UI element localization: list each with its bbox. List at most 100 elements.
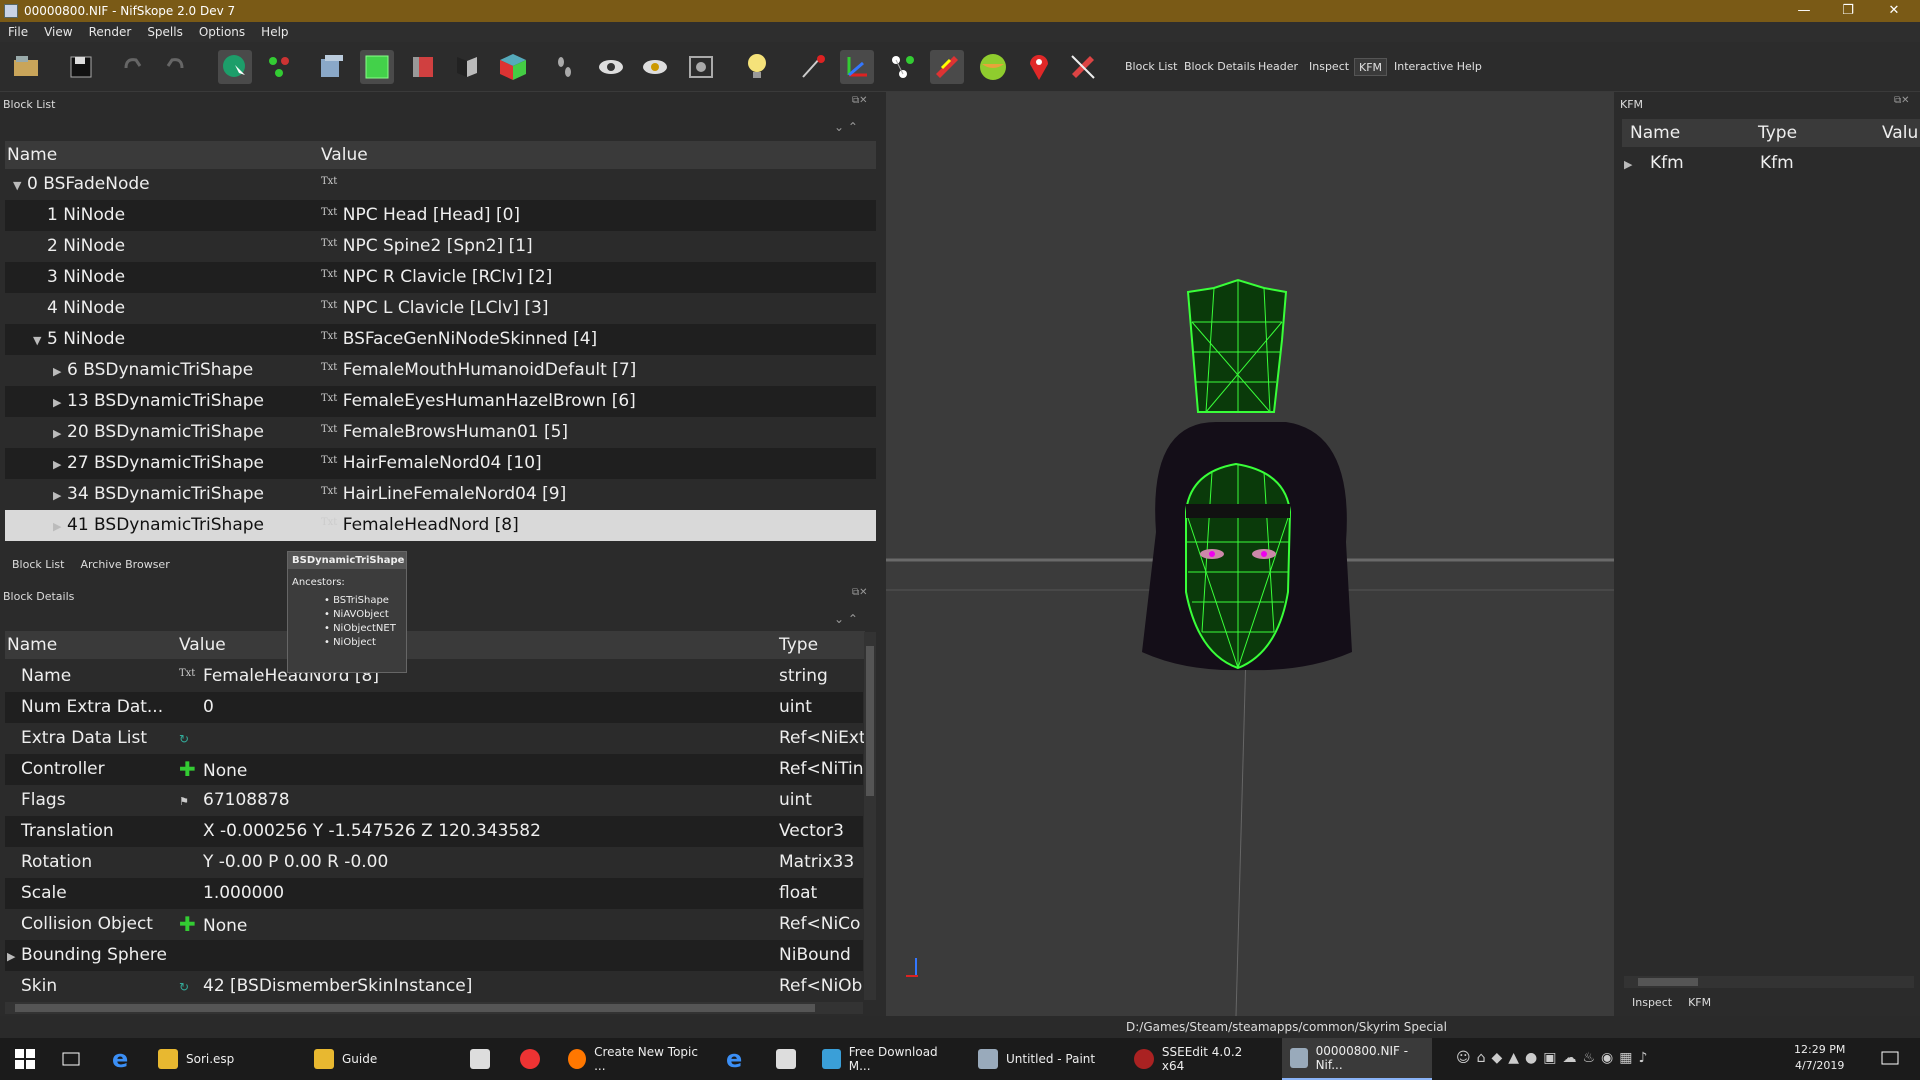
minimize-button[interactable]: — xyxy=(1782,0,1826,22)
field-value[interactable]: 42 [BSDismemberSkinInstance] xyxy=(203,976,472,996)
start-button[interactable] xyxy=(6,1038,44,1080)
toggle-kfm-button[interactable]: KFM xyxy=(1354,58,1388,76)
column-name[interactable]: Name xyxy=(7,141,57,169)
menu-file[interactable]: File xyxy=(0,25,36,39)
block-details-row[interactable]: Collision Object ✚ None Ref<NiCo xyxy=(5,909,863,940)
block-list-row[interactable]: ▶ 27 BSDynamicTriShape Txt HairFemaleNord0… xyxy=(5,448,876,479)
block-list-row[interactable]: ▼ 0 BSFadeNode Txt xyxy=(5,169,876,200)
column-value[interactable]: Valu xyxy=(1882,119,1918,147)
toggle-header-button[interactable]: Header xyxy=(1254,58,1302,76)
toggle-block-list-button[interactable]: Block List xyxy=(1121,58,1181,76)
toggle-interactive-help-button[interactable]: Interactive Help xyxy=(1390,58,1486,76)
expand-arrow-icon[interactable]: ▶ xyxy=(53,387,67,418)
collapse-expand-icon[interactable]: ⌄ ⌃ xyxy=(834,120,858,134)
vertex-colors-icon[interactable] xyxy=(1022,50,1056,84)
column-name[interactable]: Name xyxy=(7,631,57,659)
block-details-row[interactable]: Flags ⚑ 67108878 uint xyxy=(5,785,863,816)
field-value[interactable]: X -0.000256 Y -1.547526 Z 120.343582 xyxy=(203,821,541,841)
field-value[interactable]: Y -0.00 P 0.00 R -0.00 xyxy=(203,852,388,872)
taskbar-item-guide[interactable]: Guide xyxy=(306,1038,456,1080)
block-details-row[interactable]: Extra Data List ↻ Ref<NiExt xyxy=(5,723,866,754)
textures-icon[interactable] xyxy=(976,50,1010,84)
taskbar-item-nifskope[interactable]: 00000800.NIF - Nif... xyxy=(1282,1038,1432,1080)
panel-float-close-icon[interactable]: ⧉✕ xyxy=(852,587,868,598)
tab-block-list[interactable]: Block List xyxy=(4,554,73,575)
show-nodes-icon[interactable] xyxy=(840,50,874,84)
block-list-row[interactable]: 4 NiNode Txt NPC L Clavicle [LClv] [3] xyxy=(5,293,876,324)
expand-arrow-icon[interactable]: ▶ xyxy=(53,418,67,449)
panel-float-close-icon[interactable]: ⧉✕ xyxy=(852,95,868,106)
toggle-inspect-button[interactable]: Inspect xyxy=(1305,58,1353,76)
expand-arrow-icon[interactable]: ▶ xyxy=(53,480,67,511)
show-constraints-icon[interactable] xyxy=(886,50,920,84)
block-details-row[interactable]: Num Extra Dat... 0 uint xyxy=(5,692,863,723)
field-value[interactable]: None xyxy=(203,916,247,936)
menu-render[interactable]: Render xyxy=(81,25,140,39)
field-value[interactable]: 0 xyxy=(203,697,214,717)
tab-inspect[interactable]: Inspect xyxy=(1624,992,1681,1013)
menu-spells[interactable]: Spells xyxy=(139,25,191,39)
block-list-row[interactable]: ▶ 20 BSDynamicTriShape Txt FemaleBrowsHuma… xyxy=(5,417,876,448)
mail-icon[interactable] xyxy=(768,1038,812,1080)
taskbar-item-download-manager[interactable]: Free Download M... xyxy=(814,1038,964,1080)
system-tray-icons[interactable]: ☺⌂◆▲●▣☁♨◉▦♪ xyxy=(1456,1050,1653,1066)
render-viewport[interactable] xyxy=(886,92,1614,1017)
panel-float-close-icon[interactable]: ⧉✕ xyxy=(1894,95,1910,106)
ie-icon[interactable]: e xyxy=(718,1038,750,1080)
block-list-row[interactable]: ▶ 13 BSDynamicTriShape Txt FemaleEyesHuman… xyxy=(5,386,876,417)
undo-icon[interactable] xyxy=(116,50,150,84)
show-hidden-icon[interactable] xyxy=(594,50,628,84)
tab-kfm[interactable]: KFM xyxy=(1680,992,1719,1013)
kfm-horizontal-scrollbar[interactable] xyxy=(1624,976,1914,988)
column-value[interactable]: Value xyxy=(179,631,226,659)
column-name[interactable]: Name xyxy=(1630,119,1680,147)
block-list-row[interactable]: 3 NiNode Txt NPC R Clavicle [RClv] [2] xyxy=(5,262,876,293)
block-list-row[interactable]: ▶ 41 BSDynamicTriShape Txt FemaleHeadNord … xyxy=(5,510,876,541)
block-list-row[interactable]: ▶ 34 BSDynamicTriShape Txt HairLineFemaleN… xyxy=(5,479,876,510)
field-value[interactable]: 1.000000 xyxy=(203,883,284,903)
view-side-icon[interactable] xyxy=(406,50,440,84)
menu-help[interactable]: Help xyxy=(253,25,296,39)
view-perspective-icon[interactable] xyxy=(496,50,530,84)
save-icon[interactable] xyxy=(64,50,98,84)
expand-arrow-icon[interactable]: ▶ xyxy=(1624,149,1638,180)
taskbar-item-sori-esp[interactable]: Sori.esp xyxy=(150,1038,300,1080)
screenshot-icon[interactable] xyxy=(684,50,718,84)
block-details-row[interactable]: Translation X -0.000256 Y -1.547526 Z 120… xyxy=(5,816,863,847)
store-icon[interactable] xyxy=(462,1038,506,1080)
redo-icon[interactable] xyxy=(158,50,192,84)
view-front-icon[interactable] xyxy=(360,50,394,84)
lighting-icon[interactable] xyxy=(740,50,774,84)
edge-icon[interactable]: e xyxy=(104,1038,136,1080)
view-top-icon[interactable] xyxy=(314,50,348,84)
block-list-row[interactable]: 2 NiNode Txt NPC Spine2 [Spn2] [1] xyxy=(5,231,876,262)
specular-icon[interactable] xyxy=(1066,50,1100,84)
taskbar-item-paint[interactable]: Untitled - Paint xyxy=(970,1038,1120,1080)
clock[interactable]: 12:29 PM 4/7/2019 xyxy=(1794,1042,1845,1074)
block-details-row[interactable]: Name Txt FemaleHeadNord [8] string xyxy=(5,661,863,692)
expand-arrow-icon[interactable]: ▼ xyxy=(13,170,27,201)
close-button[interactable]: ✕ xyxy=(1872,0,1916,22)
select-object-icon[interactable] xyxy=(218,50,252,84)
task-view-icon[interactable] xyxy=(52,1038,90,1080)
block-list-row[interactable]: 1 NiNode Txt NPC Head [Head] [0] xyxy=(5,200,876,231)
collapse-expand-icon[interactable]: ⌄ ⌃ xyxy=(834,612,858,626)
block-details-row[interactable]: Scale 1.000000 float xyxy=(5,878,863,909)
block-list-row[interactable]: ▼ 5 NiNode Txt BSFaceGenNiNodeSkinned [4] xyxy=(5,324,876,355)
toggle-block-details-button[interactable]: Block Details xyxy=(1180,58,1259,76)
menu-options[interactable]: Options xyxy=(191,25,253,39)
block-details-row[interactable]: Controller ✚ None Ref<NiTin xyxy=(5,754,864,785)
notifications-icon[interactable] xyxy=(1880,1049,1900,1072)
block-details-row[interactable]: Skin ↻ 42 [BSDismemberSkinInstance] Ref<NiO… xyxy=(5,971,863,1002)
expand-arrow-icon[interactable]: ▶ xyxy=(53,511,67,542)
menu-view[interactable]: View xyxy=(36,25,80,39)
restore-button[interactable]: ❐ xyxy=(1826,0,1870,22)
block-list-row[interactable]: ▶ 6 BSDynamicTriShape Txt FemaleMouthHuman… xyxy=(5,355,876,386)
field-value[interactable]: 67108878 xyxy=(203,790,290,810)
view-user-icon[interactable] xyxy=(450,50,484,84)
field-value[interactable]: None xyxy=(203,761,247,781)
taskbar-item-sseedit[interactable]: SSEEdit 4.0.2 x64 xyxy=(1126,1038,1276,1080)
expand-arrow-icon[interactable]: ▶ xyxy=(53,449,67,480)
show-axes-icon[interactable] xyxy=(796,50,830,84)
expand-arrow-icon[interactable]: ▼ xyxy=(33,325,47,356)
